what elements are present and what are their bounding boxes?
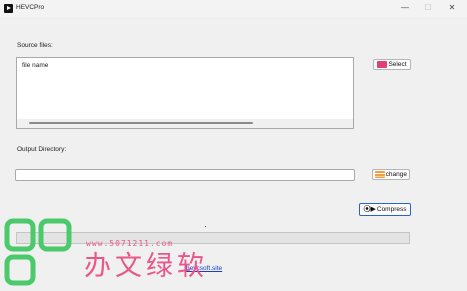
file-name-column-header[interactable]: file name xyxy=(22,62,48,69)
horizontal-scrollbar[interactable] xyxy=(17,119,353,128)
app-icon xyxy=(4,4,13,13)
maximize-button[interactable]: ☐ xyxy=(422,3,434,13)
close-button[interactable]: ✕ xyxy=(446,3,458,13)
output-directory-input[interactable] xyxy=(15,169,355,181)
compress-icon: ⦿▶ xyxy=(363,206,376,213)
watermark-url: www.5071211.com xyxy=(86,239,174,248)
folder-icon xyxy=(375,171,385,178)
compress-button[interactable]: ⦿▶ Compress xyxy=(359,203,411,216)
select-button-label: Select xyxy=(388,61,407,68)
progress-bar xyxy=(16,232,410,244)
source-files-list[interactable]: file name xyxy=(16,57,354,129)
window-title: HEVCPro xyxy=(16,4,45,11)
compress-button-label: Compress xyxy=(376,206,407,213)
watermark-text: 办文绿软 xyxy=(84,251,208,282)
title-bar: HEVCPro — ☐ ✕ xyxy=(0,0,467,17)
checkbox-icon xyxy=(377,61,388,68)
source-files-label: Source files: xyxy=(17,42,53,49)
change-button-label: change xyxy=(385,171,407,178)
output-directory-label: Output Directory: xyxy=(17,146,67,153)
watermark-logo-icon xyxy=(4,218,72,286)
change-button[interactable]: change xyxy=(372,169,410,180)
separator-dot xyxy=(205,226,206,227)
select-button[interactable]: Select xyxy=(373,59,411,70)
minimize-button[interactable]: — xyxy=(399,3,411,13)
scrollbar-thumb[interactable] xyxy=(29,122,253,124)
